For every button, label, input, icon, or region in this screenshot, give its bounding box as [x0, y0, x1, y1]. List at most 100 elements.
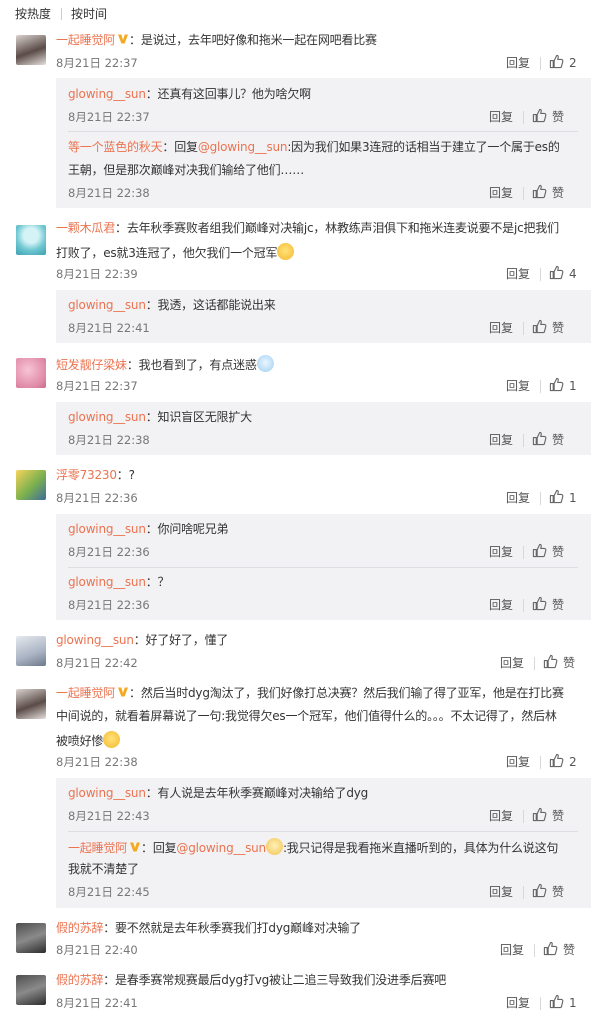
- reply-button[interactable]: 回复: [489, 884, 513, 900]
- tab-sort-by-hot[interactable]: 按热度: [15, 6, 51, 22]
- reply-button[interactable]: 回复: [506, 754, 530, 770]
- reply-button[interactable]: 回复: [489, 185, 513, 201]
- like-icon[interactable]: [532, 807, 547, 822]
- sub-comment-author[interactable]: glowing__sun: [68, 298, 146, 312]
- comment-author[interactable]: 一颗木瓜君: [56, 221, 115, 235]
- comment-time: 8月21日 22:40: [56, 943, 138, 957]
- comment-text: 一起睡觉阿 ：然后当时dyg淘汰了，我们好像打总决赛？然后我们输了得了亚军，他是在…: [56, 686, 564, 700]
- avatar[interactable]: [16, 636, 46, 666]
- like-icon[interactable]: [549, 994, 564, 1009]
- sub-comment-time: 8月21日 22:38: [68, 186, 150, 200]
- reply-button[interactable]: 回复: [500, 655, 524, 671]
- tab-sort-by-time[interactable]: 按时间: [71, 6, 107, 22]
- verified-icon: [117, 686, 129, 698]
- reply-button[interactable]: 回复: [489, 109, 513, 125]
- like-label: 赞: [552, 433, 565, 447]
- mention-link[interactable]: @glowing__sun: [198, 140, 288, 154]
- like-icon[interactable]: [543, 654, 558, 669]
- comment-author[interactable]: 一起睡觉阿: [56, 33, 115, 47]
- comment-time: 8月21日 22:37: [56, 379, 138, 393]
- like-icon[interactable]: [549, 377, 564, 392]
- sub-comment-text: glowing__sun：我透，这话都能说出来: [68, 298, 276, 312]
- avatar[interactable]: [16, 470, 46, 500]
- comment-body: ：是说过，去年吧好像和拖米一起在网吧看比赛: [129, 33, 377, 47]
- sub-comment-author[interactable]: glowing__sun: [68, 87, 146, 101]
- like-icon[interactable]: [549, 753, 564, 768]
- comment-author[interactable]: 短发靓仔梁妹: [56, 358, 127, 372]
- comment-author[interactable]: 浮零73230: [56, 468, 117, 482]
- comment-time: 8月21日 22:38: [56, 755, 138, 769]
- reply-button[interactable]: 回复: [506, 55, 530, 71]
- like-count: 1: [569, 379, 577, 393]
- comment-time: 8月21日 22:42: [56, 656, 138, 670]
- comment-time: 8月21日 22:37: [56, 56, 138, 70]
- reply-button[interactable]: 回复: [506, 378, 530, 394]
- like-icon[interactable]: [549, 489, 564, 504]
- like-count: 2: [569, 56, 577, 70]
- comment-time: 8月21日 22:39: [56, 267, 138, 281]
- sub-comment-author[interactable]: glowing__sun: [68, 575, 146, 589]
- comment-text-line3: 被喷好惨: [56, 731, 121, 750]
- reply-button[interactable]: 回复: [489, 320, 513, 336]
- sub-comment-time: 8月21日 22:45: [68, 885, 150, 899]
- reply-button[interactable]: 回复: [489, 597, 513, 613]
- like-count: 1: [569, 491, 577, 505]
- like-icon[interactable]: [532, 883, 547, 898]
- avatar[interactable]: [16, 923, 46, 953]
- comment-text: 假的苏辞：要不然就是去年秋季赛我们打dyg巅峰对决输了: [56, 921, 361, 935]
- like-icon[interactable]: [549, 265, 564, 280]
- like-count: 2: [569, 755, 577, 769]
- verified-icon: [117, 33, 129, 45]
- comment-author[interactable]: 一起睡觉阿: [56, 686, 115, 700]
- sub-comment-text: 一起睡觉阿 ：回复@glowing__sun:我只记得是我看拖米直播听到的，具体为…: [68, 838, 558, 857]
- like-label: 赞: [552, 321, 565, 335]
- like-icon[interactable]: [532, 431, 547, 446]
- like-icon[interactable]: [532, 184, 547, 199]
- reply-button[interactable]: 回复: [489, 432, 513, 448]
- comment-text: glowing__sun：好了好了，懂了: [56, 633, 229, 647]
- sub-comment-time: 8月21日 22:38: [68, 433, 150, 447]
- reply-button[interactable]: 回复: [506, 266, 530, 282]
- like-icon[interactable]: [532, 543, 547, 558]
- like-count: 4: [569, 267, 577, 281]
- reply-button[interactable]: 回复: [489, 808, 513, 824]
- comment-author[interactable]: 假的苏辞: [56, 921, 103, 935]
- avatar[interactable]: [16, 975, 46, 1005]
- sub-comment-author[interactable]: 等一个蓝色的秋天: [68, 140, 163, 154]
- sub-comment-text: glowing__sun：有人说是去年秋季赛巅峰对决输给了dyg: [68, 786, 369, 800]
- sub-comment-author[interactable]: 一起睡觉阿: [68, 841, 127, 855]
- verified-icon: [129, 841, 141, 853]
- comment-text-line2: 中间说的，就看着屏幕说了一句:我觉得欠es一个冠军，他们值得什么的。。。不太记得…: [56, 709, 557, 723]
- reply-button[interactable]: 回复: [489, 544, 513, 560]
- like-icon[interactable]: [532, 596, 547, 611]
- reply-button[interactable]: 回复: [506, 490, 530, 506]
- sub-comment-time: 8月21日 22:36: [68, 545, 150, 559]
- comment-text-line2: 打败了，es就3连冠了，他欠我们一个冠军: [56, 243, 295, 262]
- avatar[interactable]: [16, 225, 46, 255]
- sub-comment-text-line2: 王朝，但是那次巅峰对决我们输给了他们……: [68, 163, 305, 177]
- sub-comment-author[interactable]: glowing__sun: [68, 410, 146, 424]
- comment-text: 一起睡觉阿 ：是说过，去年吧好像和拖米一起在网吧看比赛: [56, 32, 377, 49]
- sub-comment-text: 等一个蓝色的秋天：回复@glowing__sun:因为我们如果3连冠的话相当于建…: [68, 140, 560, 154]
- like-label: 赞: [552, 809, 565, 823]
- like-icon[interactable]: [543, 941, 558, 956]
- avatar[interactable]: [16, 358, 46, 388]
- like-icon[interactable]: [532, 319, 547, 334]
- reply-button[interactable]: 回复: [500, 942, 524, 958]
- sub-comment-author[interactable]: glowing__sun: [68, 786, 146, 800]
- comment-author[interactable]: glowing__sun: [56, 633, 134, 647]
- avatar[interactable]: [16, 689, 46, 719]
- comment-author[interactable]: 假的苏辞: [56, 973, 103, 987]
- sub-comment-text: glowing__sun：你问啥呢兄弟: [68, 522, 229, 536]
- sub-comment-author[interactable]: glowing__sun: [68, 522, 146, 536]
- like-icon[interactable]: [549, 54, 564, 69]
- comment-text: 一颗木瓜君：去年秋季赛败者组我们巅峰对决输jc，林教练声泪俱下和拖米连麦说要不是…: [56, 221, 559, 235]
- like-icon[interactable]: [532, 108, 547, 123]
- emoji-icon: [265, 838, 283, 855]
- like-label: 赞: [552, 598, 565, 612]
- like-count: 1: [569, 996, 577, 1010]
- mention-link[interactable]: @glowing__sun: [176, 841, 266, 855]
- reply-button[interactable]: 回复: [506, 995, 530, 1011]
- avatar[interactable]: [16, 35, 46, 65]
- comment-time: 8月21日 22:36: [56, 491, 138, 505]
